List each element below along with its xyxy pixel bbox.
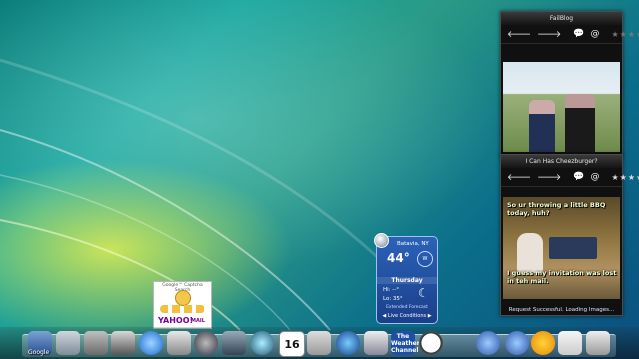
document-icon[interactable]: [558, 331, 582, 355]
email-icon[interactable]: @: [591, 172, 600, 182]
failblog-image[interactable]: [503, 62, 620, 152]
smiley-icon: [175, 290, 191, 306]
comment-icon[interactable]: 💬: [573, 172, 584, 182]
comment-icon[interactable]: 💬: [573, 29, 584, 39]
back-arrow-icon[interactable]: 🡐: [507, 29, 531, 40]
weather-settings-icon[interactable]: [374, 233, 389, 248]
aim-icon[interactable]: [531, 331, 555, 355]
yahoo-logo[interactable]: YAHOO!: [158, 316, 193, 325]
rating-stars[interactable]: ★★★★★: [612, 173, 639, 182]
network-users-icon[interactable]: [505, 331, 529, 355]
mail-icon[interactable]: [167, 331, 191, 355]
weather-city: Batavia, NY: [397, 241, 429, 247]
live-conditions-label[interactable]: Live Conditions: [388, 313, 426, 319]
google-label: Google: [28, 349, 50, 356]
windows-start-icon[interactable]: [336, 331, 360, 355]
shopping-icon[interactable]: [364, 331, 388, 355]
forecast-day: Thursday: [377, 277, 437, 284]
forward-arrow-icon[interactable]: 🡒: [537, 172, 561, 183]
users-icon[interactable]: [476, 331, 500, 355]
live-conditions-bar: ◀ Live Conditions ▶: [377, 313, 437, 319]
caption-bottom: I guess my invitation was lost in teh ma…: [507, 269, 617, 285]
trash-icon[interactable]: [586, 331, 610, 355]
forward-arrow-icon[interactable]: 🡒: [537, 29, 561, 40]
forecast-high: Hi: --°: [383, 287, 399, 293]
weather-gadget[interactable]: Batavia, NY 44° W Thursday Hi: --° Lo: 3…: [376, 236, 438, 324]
cheezburger-toolbar: 🡐 🡒 💬 @ ★★★★★: [501, 168, 639, 187]
person-left: [529, 100, 555, 152]
cheezburger-image[interactable]: So ur throwing a little BBQ today, huh? …: [503, 197, 620, 299]
safari-icon[interactable]: [222, 331, 246, 355]
extended-forecast-link[interactable]: Extended Forecast: [377, 305, 437, 310]
status-text: Request Successful. Loading Images...: [508, 307, 615, 313]
rating-stars[interactable]: ★★★★★: [612, 30, 639, 39]
weather-channel-icon[interactable]: The Weather Channel: [391, 331, 420, 355]
back-arrow-icon[interactable]: 🡐: [507, 172, 531, 183]
media-player-icon[interactable]: [194, 331, 218, 355]
notes-icon[interactable]: [307, 331, 331, 355]
cheezburger-title: I Can Has Cheezburger?: [501, 155, 622, 168]
wind-compass-icon: W: [417, 251, 433, 267]
moon-icon: ☾: [418, 286, 429, 300]
failblog-title: FailBlog: [501, 12, 622, 25]
calendar-icon[interactable]: 16: [279, 331, 305, 357]
smiley-row: [160, 305, 205, 313]
mail-label[interactable]: MAIL: [191, 318, 205, 324]
person-right: [565, 94, 595, 152]
caption-top: So ur throwing a little BBQ today, huh?: [507, 201, 606, 217]
failblog-toolbar: 🡐 🡒 💬 @ ★★★★★: [501, 25, 639, 44]
finder-icon[interactable]: [56, 331, 80, 355]
cat-figure: [517, 233, 543, 273]
prev-arrow-icon[interactable]: ◀: [382, 313, 386, 319]
email-icon[interactable]: @: [591, 29, 600, 39]
printer-icon[interactable]: [111, 331, 135, 355]
network-icon[interactable]: [250, 331, 274, 355]
forecast-low: Lo: 35°: [383, 296, 403, 302]
internet-explorer-icon[interactable]: [139, 331, 163, 355]
next-arrow-icon[interactable]: ▶: [428, 313, 432, 319]
grill-table: [549, 237, 597, 259]
cheezburger-gadget[interactable]: I Can Has Cheezburger? 🡐 🡒 💬 @ ★★★★★ So …: [500, 154, 639, 316]
captcha-search-gadget[interactable]: Google™ Captcha Search YAHOO! MAIL: [153, 281, 212, 329]
weather-temperature: 44°: [387, 251, 410, 265]
failblog-gadget[interactable]: FailBlog 🡐 🡒 💬 @ ★★★★★: [500, 11, 639, 157]
clock-icon[interactable]: [419, 331, 443, 355]
computer-icon[interactable]: [84, 331, 108, 355]
